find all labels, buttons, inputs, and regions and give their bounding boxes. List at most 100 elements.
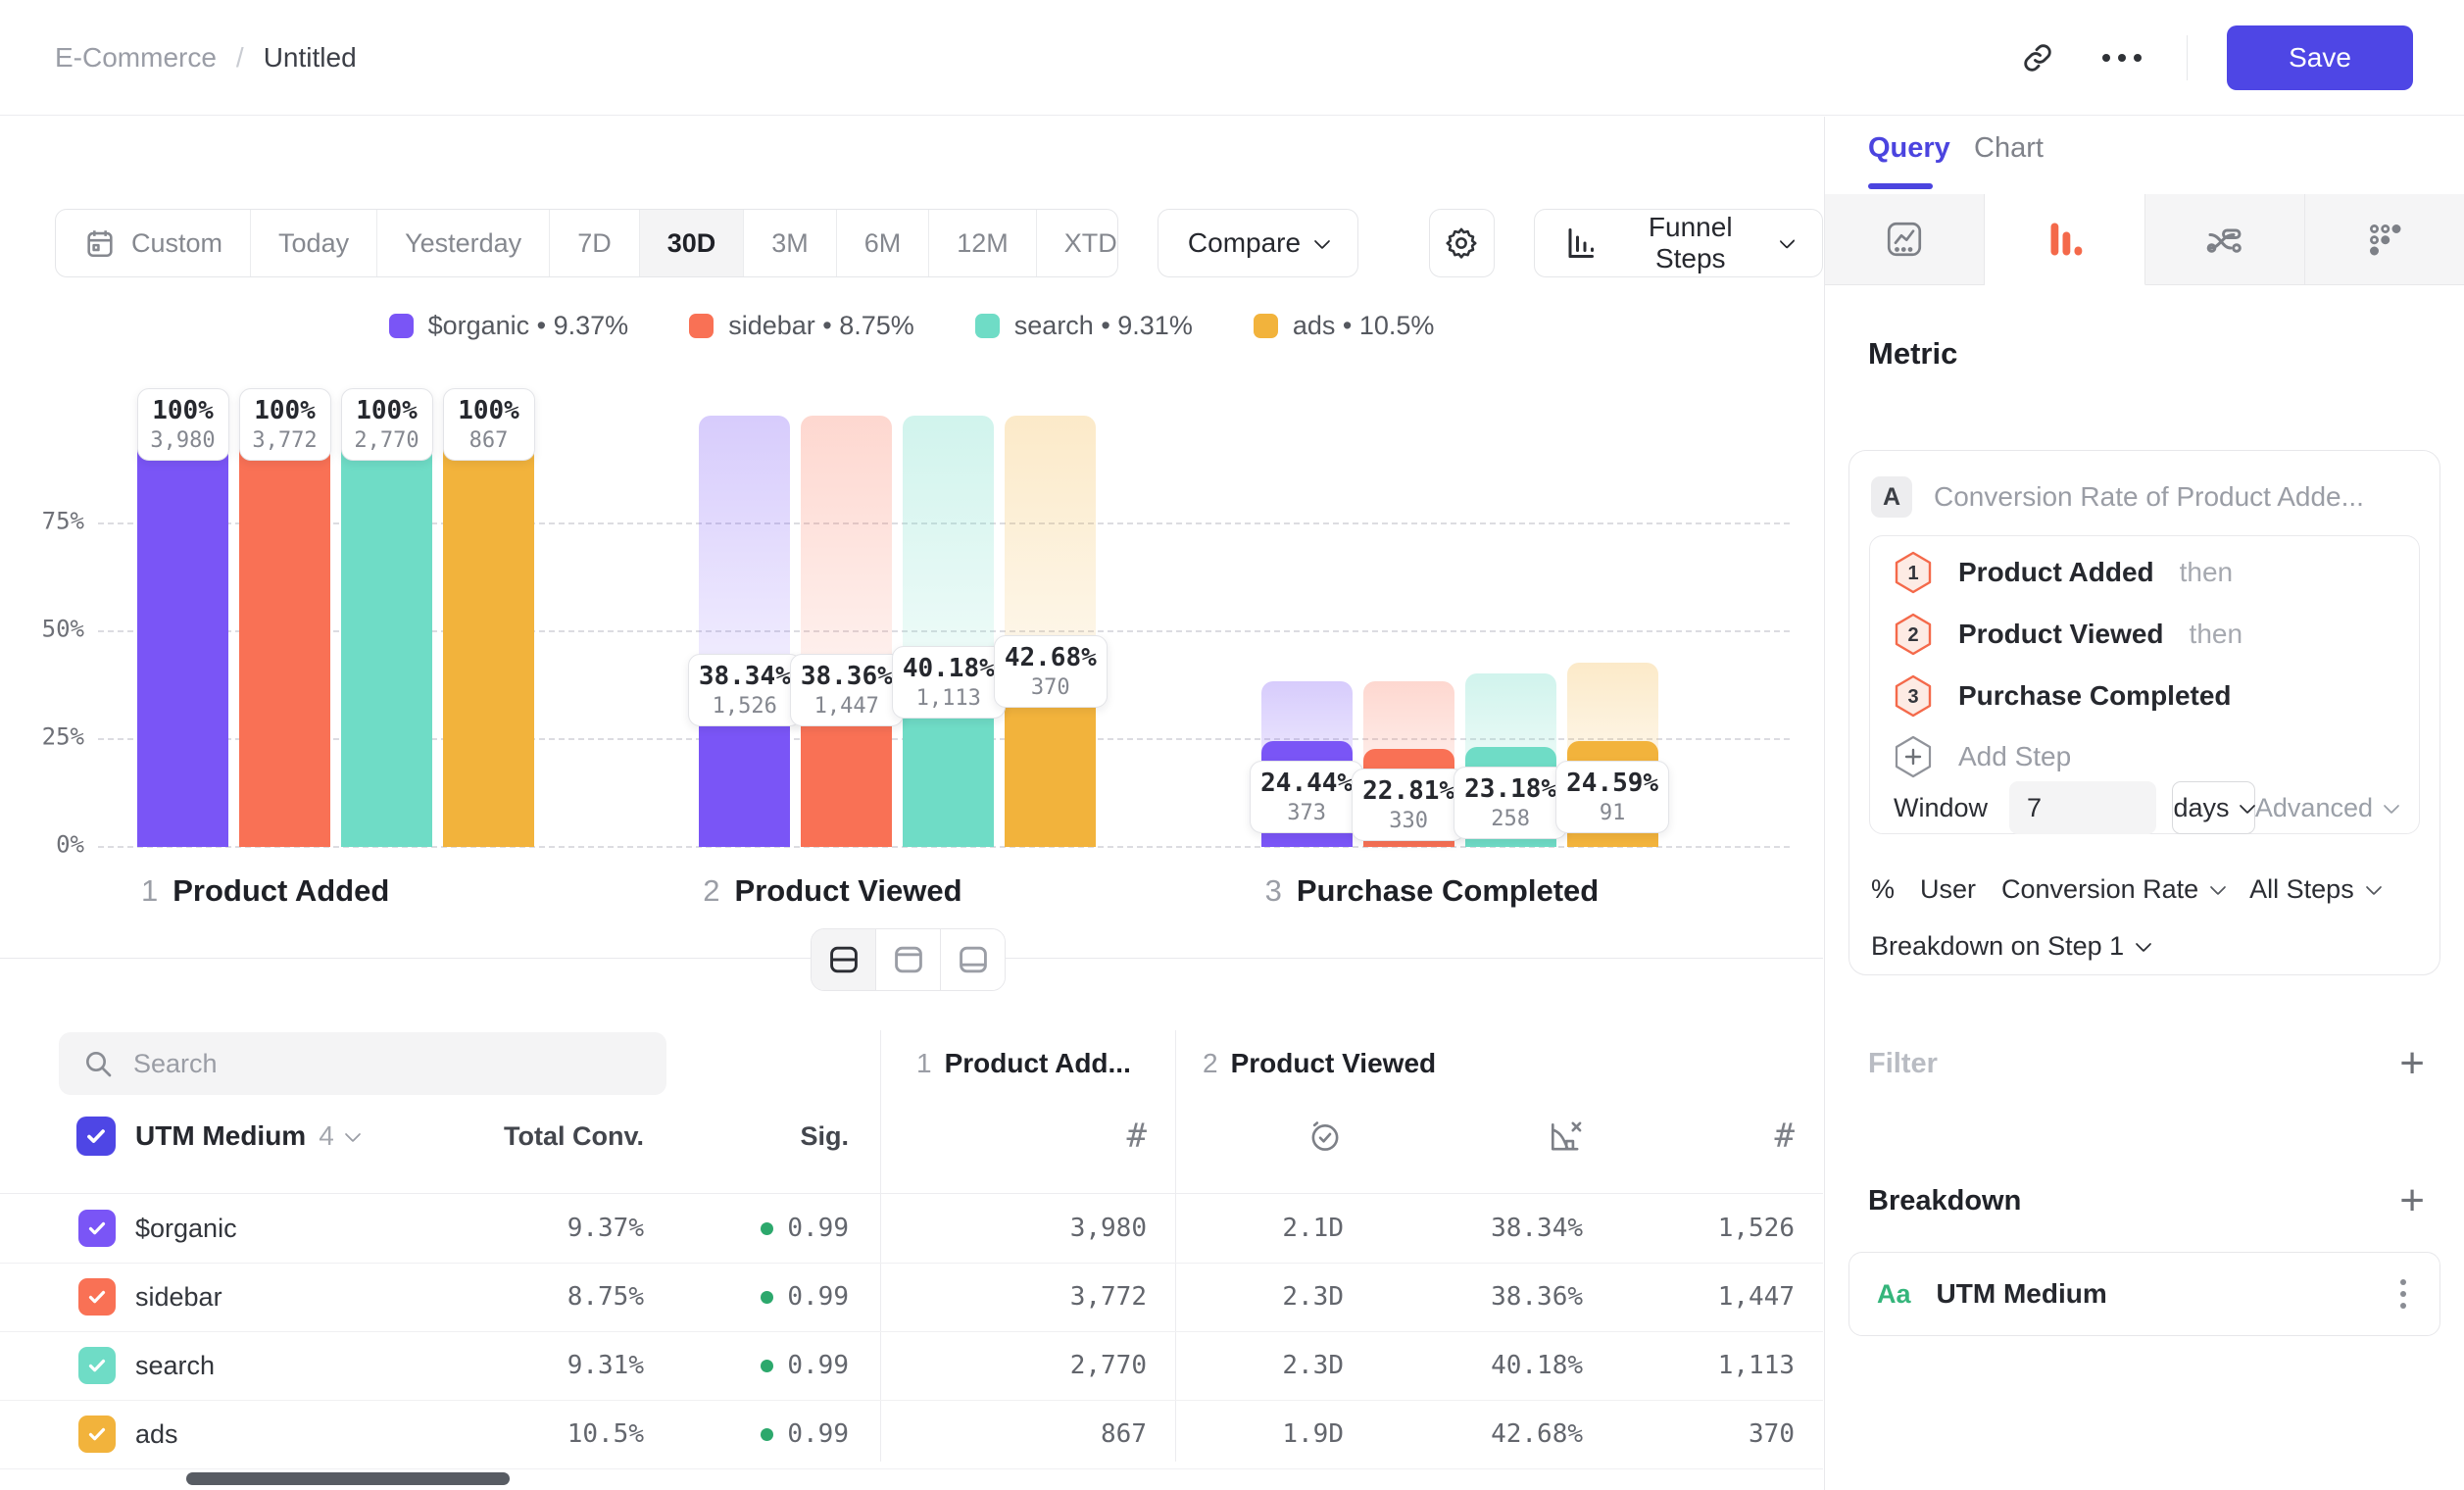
bar-search-step2[interactable]: 40.18%1,113 <box>903 416 994 847</box>
kebab-menu-icon[interactable] <box>2394 1273 2412 1315</box>
bar-organic-step2[interactable]: 38.34%1,526 <box>699 416 790 847</box>
query-panel: Query Chart Metric A Conversion Rate of … <box>1824 117 2464 1490</box>
total-conv-column-header[interactable]: Total Conv. <box>431 1109 644 1164</box>
add-filter-button[interactable]: + <box>2399 1042 2425 1085</box>
bar-count: 3,980 <box>148 428 219 453</box>
retention-icon <box>2364 219 2405 260</box>
breakdown-column-header[interactable]: UTM Medium 4 <box>135 1117 359 1156</box>
bar-sidebar-step2[interactable]: 38.36%1,447 <box>801 416 892 847</box>
bar-count: 2,770 <box>352 428 422 453</box>
bar-sidebar-step1[interactable]: 100%3,772 <box>239 416 330 847</box>
metric-series-row[interactable]: A Conversion Rate of Product Adde... <box>1871 476 2364 518</box>
tab-chart[interactable]: Chart <box>1974 132 2044 165</box>
bar-percent: 24.44% <box>1260 769 1353 798</box>
query-step-3[interactable]: 3Purchase Completed <box>1894 673 2232 719</box>
step2-time-column-icon-cell[interactable] <box>1197 1109 1344 1164</box>
query-step-1[interactable]: 1Product Addedthen <box>1894 550 2233 595</box>
table-row-search[interactable]: search9.31%0.992,7702.3D40.18%1,113 <box>0 1331 1823 1401</box>
bar-value-label: 38.34%1,526 <box>688 654 802 726</box>
bar-organic-step3[interactable]: 24.44%373 <box>1261 416 1353 847</box>
row-step-value: 2.3D <box>1197 1331 1344 1400</box>
row-significance: 0.99 <box>653 1263 849 1331</box>
tab-query[interactable]: Query <box>1868 132 1950 165</box>
bar-ads-step2[interactable]: 42.68%370 <box>1005 416 1096 847</box>
copy-link-button[interactable] <box>2012 32 2063 83</box>
add-step-button[interactable]: Add Step <box>1894 734 2071 779</box>
row-step-value: 1,526 <box>1599 1194 1795 1263</box>
chart-type-tab-funnel[interactable] <box>1985 194 2144 285</box>
bar-sidebar-step3[interactable]: 22.81%330 <box>1363 416 1454 847</box>
breadcrumb-report-title[interactable]: Untitled <box>264 42 357 74</box>
step1-count-column-icon-cell[interactable]: # <box>961 1109 1147 1164</box>
horizontal-scrollbar-thumb[interactable] <box>186 1472 510 1485</box>
step2-conversion-column-icon-cell[interactable] <box>1387 1109 1583 1164</box>
bar-organic-step1[interactable]: 100%3,980 <box>137 416 228 847</box>
row-checkbox[interactable] <box>78 1278 116 1316</box>
select-all-checkbox[interactable] <box>76 1117 116 1156</box>
chevron-down-icon <box>344 1125 361 1142</box>
insights-icon <box>1884 219 1925 260</box>
query-step-2[interactable]: 2Product Viewedthen <box>1894 612 2242 657</box>
bar-ads-step1[interactable]: 100%867 <box>443 416 534 847</box>
bar-ads-step3[interactable]: 24.59%91 <box>1567 416 1658 847</box>
row-checkbox[interactable] <box>78 1347 116 1384</box>
row-label: search <box>135 1331 215 1400</box>
step-conjunction: then <box>2190 619 2243 650</box>
layout-toggle <box>811 928 1006 991</box>
view-toggle-chart-only[interactable] <box>876 929 941 990</box>
step2-count-column-icon-cell[interactable]: # <box>1599 1109 1795 1164</box>
conversion-window-row: Window days Advanced <box>1894 781 2397 834</box>
row-step-value: 1,113 <box>1599 1331 1795 1400</box>
more-menu-button[interactable] <box>2096 32 2147 83</box>
table-row-ads[interactable]: ads10.5%0.998671.9D42.68%370 <box>0 1400 1823 1469</box>
measure-percent[interactable]: % <box>1871 874 1895 905</box>
bar-percent: 24.59% <box>1566 769 1658 798</box>
chart-type-tab-insights[interactable] <box>1825 194 1985 285</box>
row-step-value: 2.1D <box>1197 1194 1344 1263</box>
svg-text:3: 3 <box>1907 686 1918 708</box>
row-total-conversion: 10.5% <box>431 1400 644 1468</box>
search-input[interactable] <box>131 1048 643 1080</box>
table-row-sidebar[interactable]: sidebar8.75%0.993,7722.3D38.36%1,447 <box>0 1263 1823 1332</box>
chevron-down-icon <box>2365 879 2382 896</box>
measure-entity[interactable]: User <box>1920 874 1976 905</box>
bar-percent: 100% <box>250 396 320 425</box>
row-significance: 0.99 <box>653 1194 849 1263</box>
breakdown-on-step-dropdown[interactable]: Breakdown on Step 1 <box>1871 931 2149 962</box>
row-label: sidebar <box>135 1263 222 1331</box>
bar-count: 258 <box>1464 807 1556 831</box>
table-row-organic[interactable]: $organic9.37%0.993,9802.1D38.34%1,526 <box>0 1194 1823 1264</box>
window-unit-select[interactable]: days <box>2172 781 2255 834</box>
breadcrumb: E-Commerce / Untitled <box>55 42 357 74</box>
chart-only-layout-icon <box>892 943 925 976</box>
bar-percent: 100% <box>148 396 219 425</box>
conversion-bar <box>341 416 432 847</box>
bar-value-label: 100%867 <box>443 388 535 461</box>
add-step-hexagon-icon <box>1894 735 1933 778</box>
chart-type-tab-flows[interactable] <box>2145 194 2305 285</box>
bar-value-label: 100%2,770 <box>341 388 433 461</box>
row-checkbox[interactable] <box>78 1416 116 1453</box>
measure-metric-dropdown[interactable]: Conversion Rate <box>2001 874 2224 905</box>
view-toggle-table-only[interactable] <box>941 929 1005 990</box>
bar-search-step3[interactable]: 23.18%258 <box>1465 416 1556 847</box>
view-toggle-split[interactable] <box>812 929 876 990</box>
add-breakdown-button[interactable]: + <box>2399 1179 2425 1222</box>
breakdown-property-card[interactable]: Aa UTM Medium <box>1848 1252 2440 1336</box>
chevron-down-icon <box>2240 797 2256 814</box>
advanced-toggle[interactable]: Advanced <box>2255 793 2397 823</box>
bar-search-step1[interactable]: 100%2,770 <box>341 416 432 847</box>
sig-column-header[interactable]: Sig. <box>653 1109 849 1164</box>
step-event-name: Product Viewed <box>1958 619 2164 650</box>
breadcrumb-project[interactable]: E-Commerce <box>55 42 217 74</box>
bar-percent: 38.34% <box>699 662 791 691</box>
row-checkbox[interactable] <box>78 1210 116 1247</box>
window-value-input[interactable] <box>2009 781 2156 834</box>
measure-scope-dropdown[interactable]: All Steps <box>2249 874 2380 905</box>
funnel-icon <box>2044 219 2085 260</box>
chart-type-tab-retention[interactable] <box>2305 194 2464 285</box>
row-significance: 0.99 <box>653 1331 849 1400</box>
save-button[interactable]: Save <box>2227 25 2413 90</box>
bar-value-label: 100% 3,980 <box>137 388 229 461</box>
step-axis-label-3: 3Purchase Completed <box>1222 873 1784 909</box>
